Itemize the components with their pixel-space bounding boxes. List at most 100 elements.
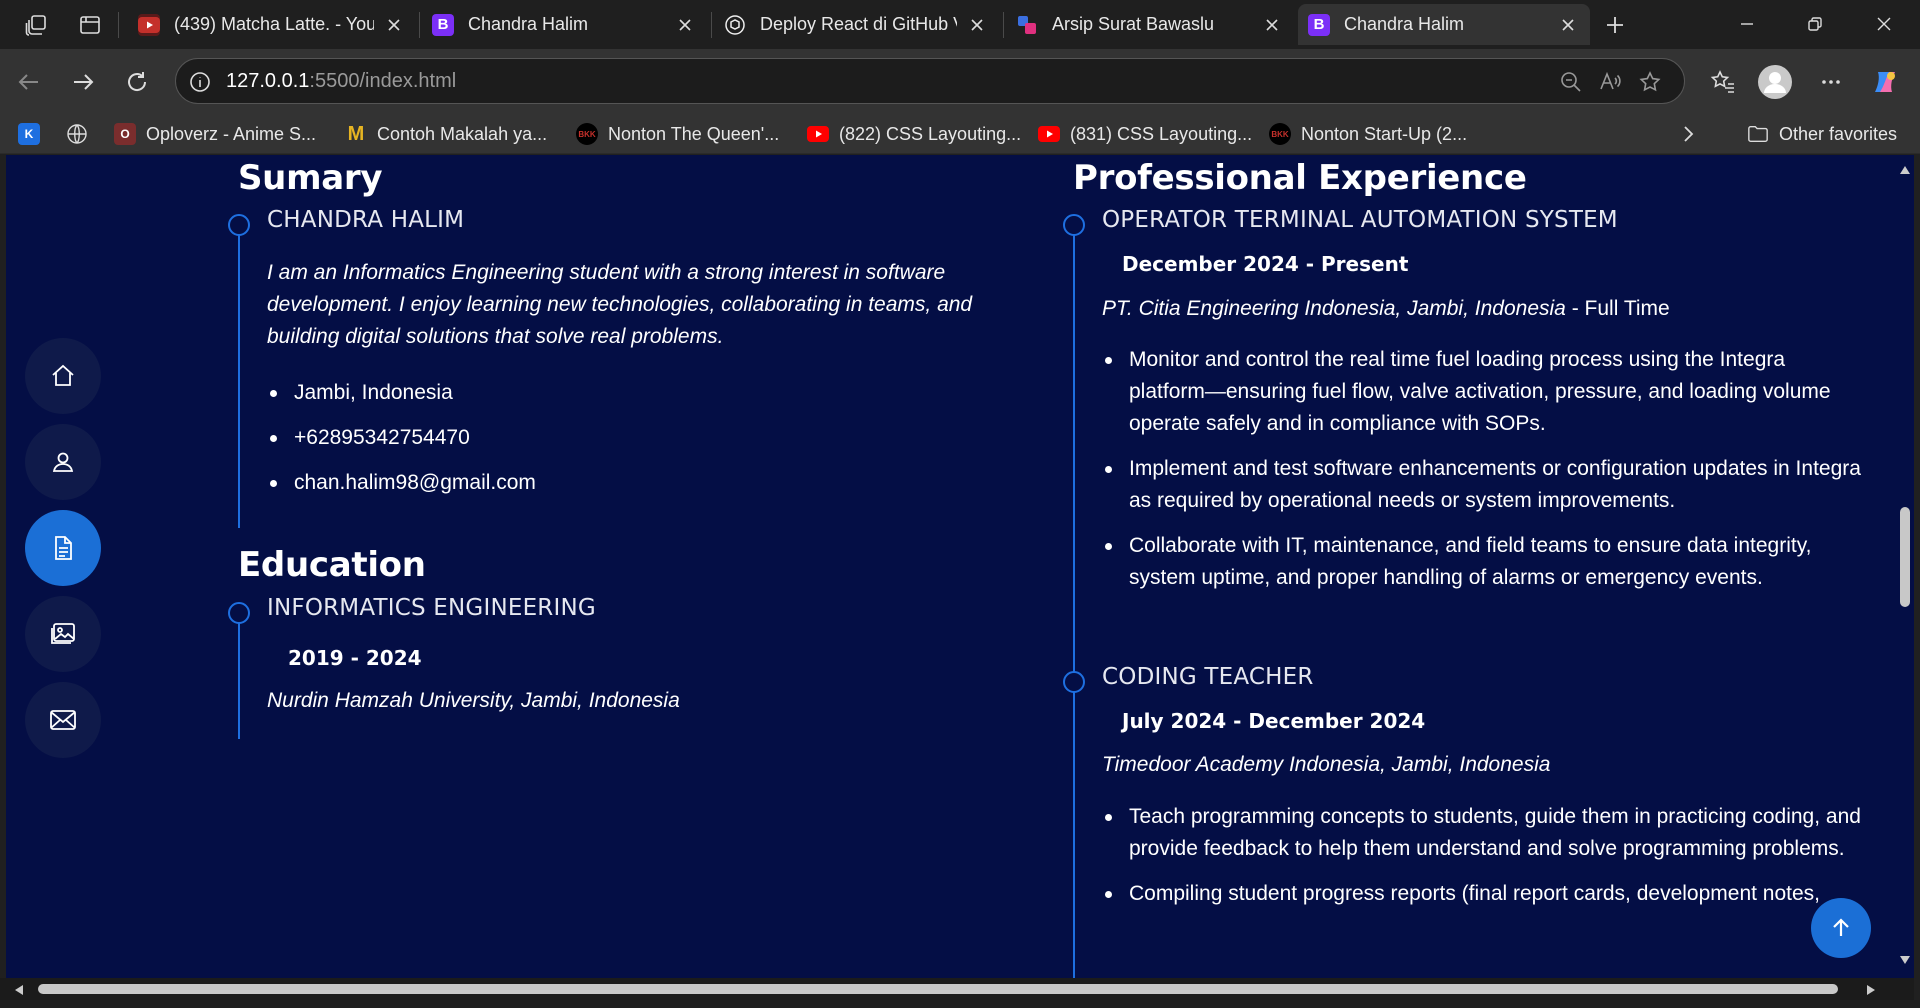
tab-title: Arsip Surat Bawaslu xyxy=(1052,14,1215,34)
horizontal-scroll-thumb[interactable] xyxy=(38,984,1838,994)
nav-home[interactable] xyxy=(25,338,101,414)
vertical-scroll-thumb[interactable] xyxy=(1900,507,1910,607)
close-icon[interactable] xyxy=(673,13,697,37)
bookmark-css-831[interactable]: (831) CSS Layouting... xyxy=(1038,120,1252,148)
bkk-icon: BKK xyxy=(1269,123,1291,145)
bookmark-nonton-queen[interactable]: BKK Nonton The Queen'... xyxy=(576,120,779,148)
job-period: July 2024 - December 2024 xyxy=(1122,709,1426,733)
favorites-icon[interactable] xyxy=(1702,61,1744,103)
timeline-dot xyxy=(228,602,250,624)
window-close-icon[interactable] xyxy=(1850,0,1918,48)
contact-email: chan.halim98@gmail.com xyxy=(267,467,967,499)
resume-page: Sumary CHANDRA HALIM I am an Informatics… xyxy=(6,155,1894,978)
chatgpt-icon xyxy=(724,14,746,36)
back-to-top-button[interactable] xyxy=(1811,898,1871,958)
close-icon[interactable] xyxy=(965,13,989,37)
nav-portfolio[interactable] xyxy=(25,596,101,672)
scroll-down-icon[interactable] xyxy=(1899,955,1911,965)
scroll-right-icon[interactable] xyxy=(1866,984,1876,996)
profile-avatar[interactable] xyxy=(1754,61,1796,103)
read-aloud-icon[interactable] xyxy=(1594,66,1626,98)
restore-icon[interactable] xyxy=(1781,0,1849,48)
horizontal-scrollbar[interactable] xyxy=(0,978,1914,1000)
job-duty: Collaborate with IT, maintenance, and fi… xyxy=(1102,530,1862,594)
timeline-dot xyxy=(228,214,250,236)
youtube-icon xyxy=(807,123,829,145)
image-icon xyxy=(51,623,75,644)
experience-title: Professional Experience xyxy=(1073,158,1527,198)
tab-arsip-surat[interactable]: Arsip Surat Bawaslu xyxy=(1006,4,1294,45)
favorite-star-icon[interactable] xyxy=(1634,66,1666,98)
globe-icon xyxy=(66,123,88,145)
job-organization: Timedoor Academy Indonesia, Jambi, Indon… xyxy=(1102,753,1551,776)
summary-name: CHANDRA HALIM xyxy=(267,207,465,233)
contact-location: Jambi, Indonesia xyxy=(267,377,967,409)
job-duty: Compiling student progress reports (fina… xyxy=(1102,878,1862,910)
tab-youtube-matcha[interactable]: (439) Matcha Latte. - You xyxy=(128,4,416,45)
education-school: Nurdin Hamzah University, Jambi, Indones… xyxy=(267,689,680,712)
timeline-dot xyxy=(1063,214,1085,236)
job-role: OPERATOR TERMINAL AUTOMATION SYSTEM xyxy=(1102,207,1618,233)
new-tab-icon[interactable] xyxy=(1597,7,1633,43)
vertical-scrollbar[interactable] xyxy=(1894,155,1914,978)
summary-title: Sumary xyxy=(238,158,383,198)
chevron-right-icon[interactable] xyxy=(1680,120,1696,148)
arrow-up-icon xyxy=(1833,918,1849,936)
bookmark-start-up[interactable]: BKK Nonton Start-Up (2... xyxy=(1269,120,1467,148)
close-icon[interactable] xyxy=(1260,13,1284,37)
bookmark-globe[interactable] xyxy=(66,120,98,148)
bookmarks-bar: K O Oploverz - Anime S... M Contoh Makal… xyxy=(0,114,1920,154)
document-icon xyxy=(55,536,72,560)
job-duty: Monitor and control the real time fuel l… xyxy=(1102,344,1862,440)
tab-strip: (439) Matcha Latte. - You B Chandra Hali… xyxy=(0,0,1920,49)
job-duty: Implement and test software enhancements… xyxy=(1102,453,1862,517)
tab-title: Chandra Halim xyxy=(468,14,589,34)
education-years: 2019 - 2024 xyxy=(288,646,422,670)
forward-icon[interactable] xyxy=(62,61,104,103)
back-icon[interactable] xyxy=(8,61,50,103)
more-icon[interactable] xyxy=(1810,61,1852,103)
job-duties: Monitor and control the real time fuel l… xyxy=(1102,344,1862,594)
app-icon xyxy=(1016,14,1038,36)
bootstrap-icon: B xyxy=(1308,13,1330,36)
page-viewport: Sumary CHANDRA HALIM I am an Informatics… xyxy=(6,155,1914,978)
scroll-up-icon[interactable] xyxy=(1899,165,1911,175)
k-icon: K xyxy=(18,123,40,145)
tab-title: Chandra Halim xyxy=(1344,14,1465,34)
close-icon[interactable] xyxy=(382,13,406,37)
workspaces-icon[interactable] xyxy=(18,7,54,43)
info-icon[interactable] xyxy=(184,66,216,98)
address-bar[interactable]: 127.0.0.1:5500/index.html xyxy=(175,58,1685,104)
refresh-icon[interactable] xyxy=(116,61,158,103)
copilot-icon[interactable] xyxy=(1864,61,1906,103)
url-text[interactable]: 127.0.0.1:5500/index.html xyxy=(226,59,456,103)
browser-toolbar: 127.0.0.1:5500/index.html xyxy=(0,49,1920,114)
summary-timeline xyxy=(228,214,250,528)
other-favorites[interactable]: Other favorites xyxy=(1747,120,1897,148)
minimize-icon[interactable] xyxy=(1713,0,1781,48)
bookmark-oploverz[interactable]: O Oploverz - Anime S... xyxy=(114,120,316,148)
nav-about[interactable] xyxy=(25,424,101,500)
zoom-out-icon[interactable] xyxy=(1555,66,1587,98)
m-icon: M xyxy=(347,122,365,145)
bookmark-k[interactable]: K xyxy=(18,120,50,148)
scroll-left-icon[interactable] xyxy=(14,984,24,996)
job-period: December 2024 - Present xyxy=(1122,252,1409,276)
close-icon[interactable] xyxy=(1556,13,1580,37)
bookmark-contoh-makalah[interactable]: M Contoh Makalah ya... xyxy=(345,120,547,148)
tab-actions-icon[interactable] xyxy=(72,7,108,43)
tab-chandra-halim-1[interactable]: B Chandra Halim xyxy=(422,4,707,45)
home-icon xyxy=(52,364,74,386)
job-organization: PT. Citia Engineering Indonesia, Jambi, … xyxy=(1102,297,1670,320)
side-nav xyxy=(25,338,101,768)
tab-deploy-react[interactable]: Deploy React di GitHub V xyxy=(714,4,999,45)
contact-phone: +62895342754470 xyxy=(267,422,967,454)
contact-list: Jambi, Indonesia +62895342754470 chan.ha… xyxy=(267,377,967,499)
timeline-dot xyxy=(1063,671,1085,693)
nav-contact[interactable] xyxy=(25,682,101,758)
bookmark-css-822[interactable]: (822) CSS Layouting... xyxy=(807,120,1021,148)
nav-resume[interactable] xyxy=(25,510,101,586)
tab-chandra-halim-active[interactable]: B Chandra Halim xyxy=(1298,4,1590,45)
user-icon xyxy=(52,452,74,472)
youtube-icon xyxy=(138,13,160,36)
